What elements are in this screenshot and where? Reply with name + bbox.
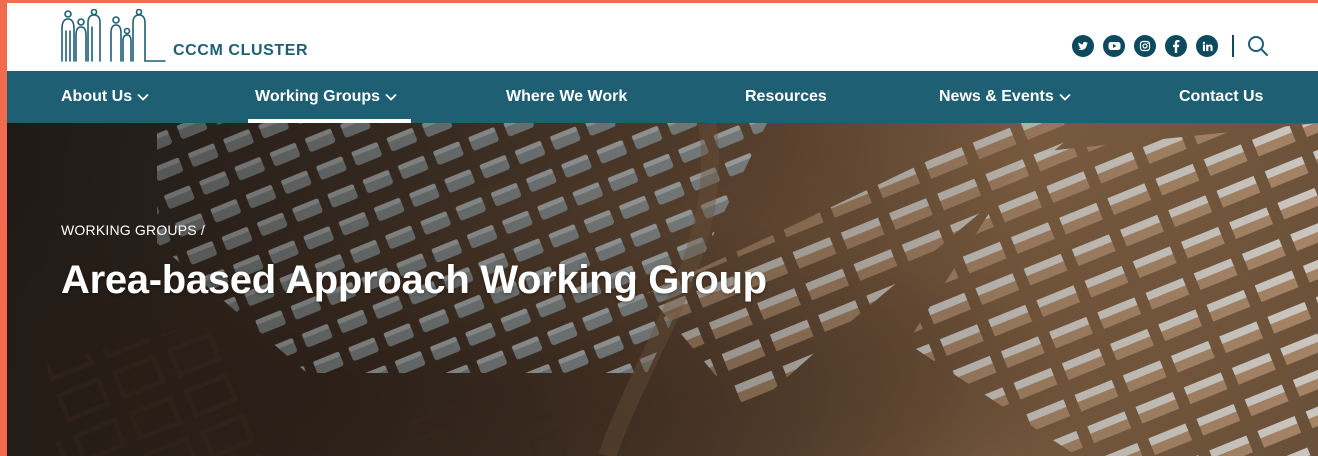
nav-item-label: Contact Us [1179,88,1264,105]
site-header: CCCM CLUSTER [7,3,1318,71]
nav-item-news-events[interactable]: News & Events [939,71,1071,123]
facebook-icon[interactable] [1165,35,1187,57]
linkedin-icon[interactable] [1196,35,1218,57]
people-logo-icon [61,9,166,62]
breadcrumb[interactable]: WORKING GROUPS / [61,222,205,238]
chevron-down-icon [385,93,397,101]
site-logo[interactable]: CCCM CLUSTER [59,7,308,65]
search-icon[interactable] [1246,34,1270,58]
main-nav: About Us Working Groups Where We Work Re… [7,71,1318,123]
nav-item-about-us[interactable]: About Us [61,71,149,123]
nav-item-resources[interactable]: Resources [745,71,827,123]
nav-item-label: News & Events [939,88,1054,105]
nav-item-label: Resources [745,88,827,105]
brand-name: CCCM CLUSTER [173,42,309,59]
chevron-down-icon [1059,93,1071,101]
nav-item-where-we-work[interactable]: Where We Work [506,71,627,123]
nav-item-label: Working Groups [255,88,381,105]
hero-banner: WORKING GROUPS / Area-based Approach Wor… [7,123,1318,456]
nav-item-contact-us[interactable]: Contact Us [1179,71,1263,123]
page-title: Area-based Approach Working Group [61,258,767,302]
nav-item-label: Where We Work [506,88,628,105]
page-frame: CCCM CLUSTER About Us Working Groups Whe… [7,3,1318,456]
social-links [1063,34,1270,58]
youtube-icon[interactable] [1103,35,1125,57]
instagram-icon[interactable] [1134,35,1156,57]
divider [1232,35,1234,57]
twitter-icon[interactable] [1072,35,1094,57]
chevron-down-icon [137,93,149,101]
breadcrumb-link[interactable]: WORKING GROUPS / [61,222,205,238]
nav-item-label: About Us [61,88,133,105]
nav-item-working-groups[interactable]: Working Groups [247,71,412,123]
